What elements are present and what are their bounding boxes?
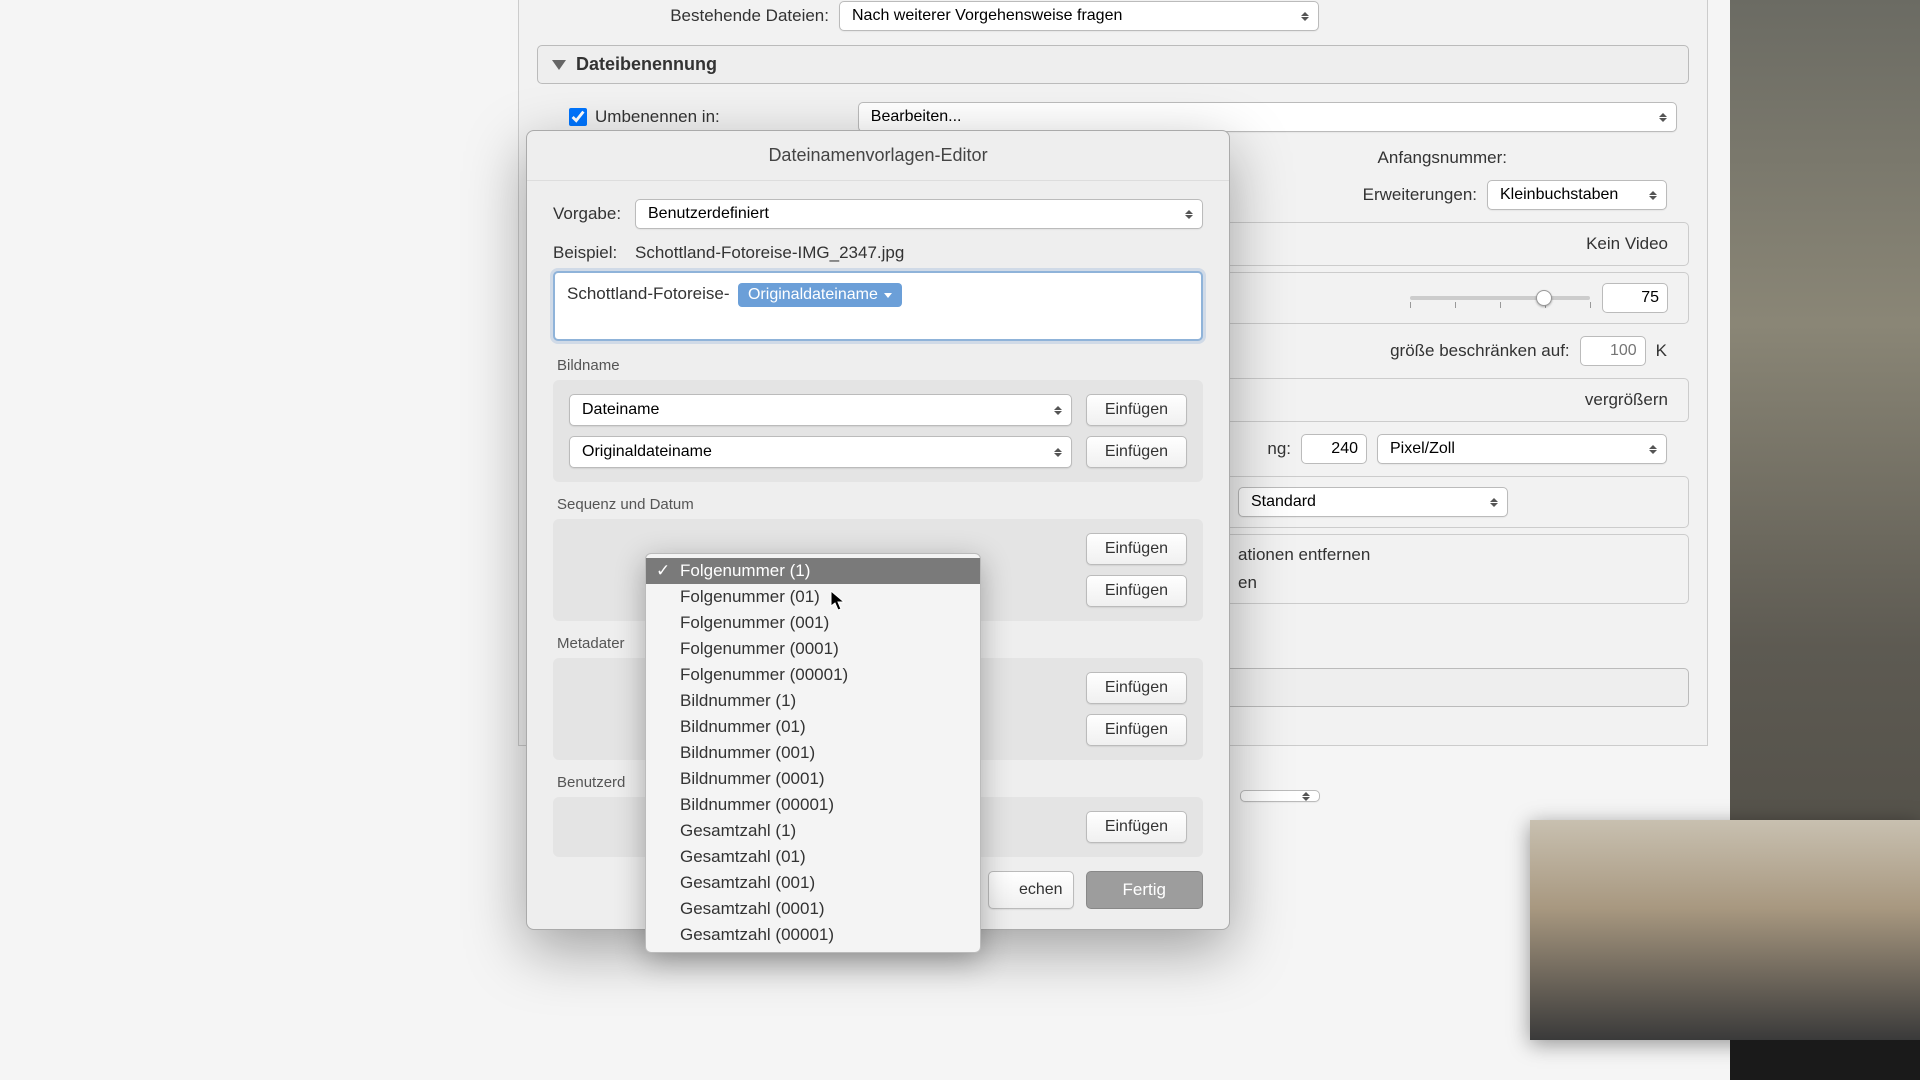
group-sequenz-label: Sequenz und Datum [553, 496, 1203, 513]
standard-value: Standard [1251, 493, 1316, 510]
originalname-select[interactable]: Originaldateiname [569, 436, 1072, 468]
resolution-input[interactable] [1301, 434, 1367, 464]
hidden-right-select[interactable] [1240, 790, 1320, 802]
enlarge-label: vergrößern [1585, 390, 1668, 410]
start-number-label: Anfangsnummer: [1378, 148, 1507, 168]
section-dateibenennung[interactable]: Dateibenennung [537, 45, 1689, 84]
updown-icon [1299, 787, 1313, 805]
menu-item[interactable]: Folgenummer (00001) [646, 662, 980, 688]
menu-item[interactable]: Folgenummer (1) [646, 558, 980, 584]
existing-files-select[interactable]: Nach weiterer Vorgehensweise fragen [839, 1, 1319, 31]
section-title: Dateibenennung [576, 54, 717, 75]
standard-select[interactable]: Standard [1238, 487, 1508, 517]
webcam-overlay [1530, 820, 1920, 1040]
cursor-icon [830, 590, 846, 612]
insert-button-seq2[interactable]: Einfügen [1086, 575, 1187, 607]
menu-item[interactable]: Bildnummer (00001) [646, 792, 980, 818]
group-bildname-box: Dateiname Einfügen Originaldateiname Ein… [553, 380, 1203, 482]
preset-select[interactable]: Benutzerdefiniert [635, 199, 1203, 229]
menu-item[interactable]: Gesamtzahl (001) [646, 870, 980, 896]
no-video-label: Kein Video [1586, 234, 1668, 254]
limit-size-unit: K [1656, 341, 1667, 361]
done-button[interactable]: Fertig [1086, 871, 1203, 909]
chevron-down-icon [884, 293, 892, 298]
token-pill-label: Originaldateiname [748, 286, 878, 304]
chevron-down-icon [552, 60, 566, 70]
sequence-dropdown-menu: Folgenummer (1)Folgenummer (01)Folgenumm… [645, 553, 981, 953]
token-pill-originalname[interactable]: Originaldateiname [738, 283, 902, 307]
updown-icon [1182, 205, 1196, 223]
dateiname-value: Dateiname [582, 401, 659, 418]
menu-item[interactable]: Gesamtzahl (00001) [646, 922, 980, 948]
originalname-value: Originaldateiname [582, 443, 712, 460]
insert-button-seq1[interactable]: Einfügen [1086, 533, 1187, 565]
menu-item[interactable]: Gesamtzahl (1) [646, 818, 980, 844]
example-label: Beispiel: [553, 243, 625, 263]
token-prefix-text: Schottland-Fotoreise- [567, 284, 730, 303]
extensions-value: Kleinbuchstaben [1500, 186, 1618, 203]
updown-icon [1656, 108, 1670, 126]
existing-files-label: Bestehende Dateien: [549, 6, 829, 26]
existing-files-value: Nach weiterer Vorgehensweise fragen [852, 7, 1122, 24]
extensions-select[interactable]: Kleinbuchstaben [1487, 180, 1667, 210]
insert-button-meta2[interactable]: Einfügen [1086, 714, 1187, 746]
token-editor-field[interactable]: Schottland-Fotoreise- Originaldateiname [553, 271, 1203, 341]
cancel-button[interactable]: echen [988, 871, 1074, 909]
insert-button-meta1[interactable]: Einfügen [1086, 672, 1187, 704]
menu-item[interactable]: Bildnummer (0001) [646, 766, 980, 792]
dialog-title: Dateinamenvorlagen-Editor [527, 131, 1229, 181]
resolution-unit-select[interactable]: Pixel/Zoll [1377, 434, 1667, 464]
updown-icon [1646, 186, 1660, 204]
dateiname-select[interactable]: Dateiname [569, 394, 1072, 426]
menu-item[interactable]: Bildnummer (1) [646, 688, 980, 714]
rename-label: Umbenennen in: [595, 107, 720, 127]
limit-size-label: größe beschränken auf: [1390, 341, 1570, 361]
updown-icon [1051, 401, 1065, 419]
rename-value: Bearbeiten... [871, 108, 962, 125]
insert-button-originalname[interactable]: Einfügen [1086, 436, 1187, 468]
extensions-label: Erweiterungen: [1363, 185, 1477, 205]
remove-suffix-label: en [1238, 573, 1257, 593]
rename-select[interactable]: Bearbeiten... [858, 102, 1677, 132]
updown-icon [1487, 493, 1501, 511]
menu-item[interactable]: Folgenummer (01) [646, 584, 980, 610]
insert-button-user[interactable]: Einfügen [1086, 811, 1187, 843]
updown-icon [1051, 443, 1065, 461]
rename-checkbox[interactable] [569, 108, 587, 126]
insert-button-dateiname[interactable]: Einfügen [1086, 394, 1187, 426]
menu-item[interactable]: Folgenummer (001) [646, 610, 980, 636]
slider-thumb-icon[interactable] [1536, 290, 1552, 306]
menu-item[interactable]: Gesamtzahl (01) [646, 844, 980, 870]
preset-value: Benutzerdefiniert [648, 205, 769, 222]
remove-info-label: ationen entfernen [1238, 545, 1370, 565]
resolution-unit-value: Pixel/Zoll [1390, 440, 1455, 457]
menu-item[interactable]: Bildnummer (001) [646, 740, 980, 766]
bg-strip [1730, 1040, 1920, 1080]
example-value: Schottland-Fotoreise-IMG_2347.jpg [635, 243, 904, 263]
updown-icon [1646, 440, 1660, 458]
group-bildname-label: Bildname [553, 357, 1203, 374]
resolution-label-fragment: ng: [1267, 439, 1291, 459]
menu-item[interactable]: Bildnummer (01) [646, 714, 980, 740]
menu-item[interactable]: Folgenummer (0001) [646, 636, 980, 662]
preset-label: Vorgabe: [553, 204, 625, 224]
updown-icon [1298, 7, 1312, 25]
quality-input[interactable] [1602, 283, 1668, 313]
menu-item[interactable]: Gesamtzahl (0001) [646, 896, 980, 922]
quality-slider[interactable] [1410, 296, 1590, 300]
limit-size-input[interactable] [1580, 336, 1646, 366]
